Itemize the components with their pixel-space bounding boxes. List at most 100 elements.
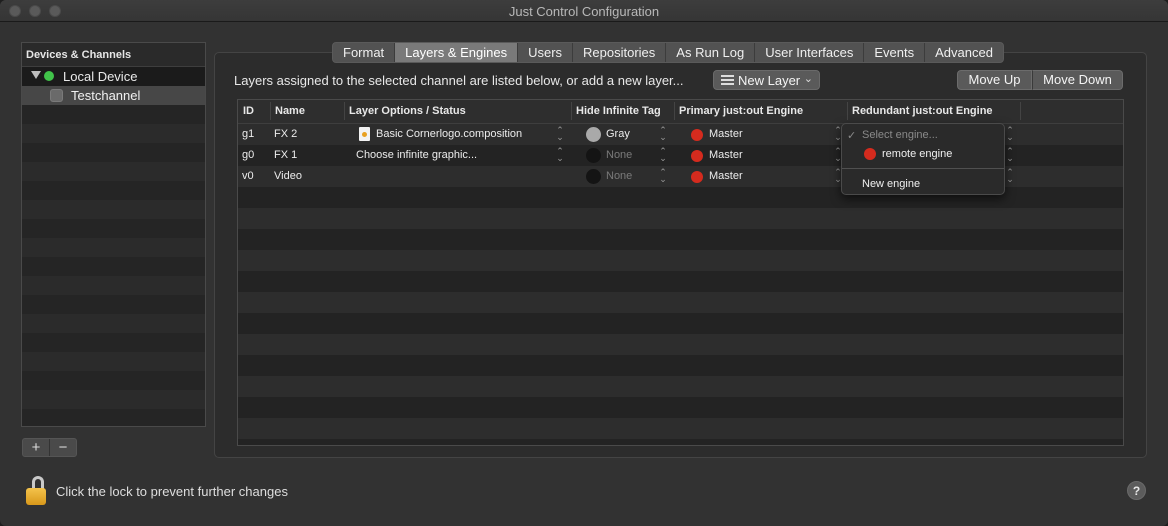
lock-icon[interactable] (26, 476, 48, 506)
column-divider (344, 102, 345, 120)
tab-advanced[interactable]: Advanced (925, 43, 1003, 62)
move-down-button[interactable]: Move Down (1032, 70, 1123, 90)
list-row (22, 143, 205, 162)
column-header-hide-infinite-tag[interactable]: Hide Infinite Tag (576, 105, 661, 117)
list-row (22, 314, 205, 333)
stepper-arrows-icon: ⌃ ⌄ (659, 125, 667, 142)
chevron-down-icon: ⌄ (803, 73, 813, 85)
primary-engine-select[interactable]: Master (709, 128, 743, 140)
tab-users[interactable]: Users (518, 43, 574, 62)
column-header-layer-options[interactable]: Layer Options / Status (349, 105, 466, 117)
engine-status-icon (691, 171, 703, 183)
list-row (22, 200, 205, 219)
channel-checkbox[interactable] (50, 89, 63, 102)
remove-channel-button[interactable]: − (50, 439, 76, 456)
list-row (22, 390, 205, 409)
layer-name[interactable]: FX 1 (274, 149, 297, 161)
composition-file-icon (359, 127, 370, 141)
sidebar-item-local-device[interactable]: Local Device (22, 67, 205, 86)
column-header-redundant-engine[interactable]: Redundant just:out Engine (852, 105, 993, 117)
hide-infinite-tag-select: None (606, 149, 633, 161)
layer-id: g1 (242, 128, 255, 140)
redundant-engine-menu: ✓ Select engine... remote engine New eng… (841, 123, 1005, 195)
new-layer-popup-button[interactable]: New Layer ⌄ (713, 70, 820, 90)
select-engine-placeholder: Select engine... (862, 129, 938, 141)
stepper-arrows-icon: ⌃ ⌄ (1006, 125, 1014, 142)
table-row (238, 292, 1123, 313)
list-row (22, 371, 205, 390)
engine-status-icon (691, 129, 703, 141)
tab-as-run-log[interactable]: As Run Log (666, 43, 756, 62)
layer-options-select[interactable]: Choose infinite graphic... (356, 149, 477, 161)
list-row (22, 238, 205, 257)
list-row (22, 124, 205, 143)
table-row (238, 355, 1123, 376)
engine-status-icon (691, 150, 703, 162)
layer-name[interactable]: FX 2 (274, 128, 297, 140)
list-row (22, 219, 205, 238)
add-channel-button[interactable]: + (23, 439, 50, 456)
move-up-button[interactable]: Move Up (957, 70, 1032, 90)
stepper-arrows-icon: ⌃ ⌄ (1006, 146, 1014, 163)
sidebar-item-testchannel[interactable]: Testchannel (22, 86, 205, 105)
list-row (22, 105, 205, 124)
stepper-arrows-icon: ⌃ ⌄ (556, 146, 564, 163)
table-row (238, 208, 1123, 229)
config-window: Just Control Configuration Devices & Cha… (0, 0, 1168, 526)
list-row (22, 276, 205, 295)
help-button[interactable]: ? (1127, 481, 1146, 500)
tab-events[interactable]: Events (864, 43, 926, 62)
stepper-arrows-icon: ⌃ ⌄ (1006, 167, 1014, 184)
primary-engine-select[interactable]: Master (709, 149, 743, 161)
table-row (238, 271, 1123, 292)
lock-status-text: Click the lock to prevent further change… (56, 484, 288, 499)
list-row (22, 162, 205, 181)
tab-bar: Format Layers & Engines Users Repositori… (332, 42, 1004, 63)
tab-layers-engines[interactable]: Layers & Engines (395, 43, 519, 62)
menu-item-new-engine[interactable]: New engine (862, 178, 1004, 190)
checkmark-icon: ✓ (847, 130, 857, 142)
layers-info-text: Layers assigned to the selected channel … (234, 73, 684, 88)
layer-name[interactable]: Video (274, 170, 302, 182)
menu-item-remote-engine[interactable]: remote engine (882, 148, 1004, 160)
tag-color-swatch (586, 148, 601, 163)
tag-color-swatch (586, 169, 601, 184)
tag-color-swatch (586, 127, 601, 142)
column-divider (270, 102, 271, 120)
table-row (238, 250, 1123, 271)
column-divider (571, 102, 572, 120)
table-row (238, 397, 1123, 418)
status-dot-icon (44, 71, 54, 81)
table-row (238, 229, 1123, 250)
column-header-name[interactable]: Name (275, 105, 305, 117)
hide-infinite-tag-select[interactable]: Gray (606, 128, 630, 140)
channel-label: Testchannel (71, 88, 141, 103)
table-header: ID Name Layer Options / Status Hide Infi… (238, 100, 1123, 124)
primary-engine-select[interactable]: Master (709, 170, 743, 182)
list-row (22, 295, 205, 314)
list-row (22, 257, 205, 276)
column-divider (674, 102, 675, 120)
layer-id: g0 (242, 149, 255, 161)
table-row (238, 376, 1123, 397)
table-row (238, 334, 1123, 355)
hide-infinite-tag-select: None (606, 170, 633, 182)
stepper-arrows-icon: ⌃ ⌄ (659, 146, 667, 163)
disclosure-triangle-icon[interactable] (31, 71, 41, 79)
add-remove-control: + − (22, 438, 77, 457)
tab-format[interactable]: Format (333, 43, 396, 62)
list-row (22, 352, 205, 371)
list-row (22, 181, 205, 200)
title-bar: Just Control Configuration (0, 0, 1168, 22)
stepper-arrows-icon: ⌃ ⌄ (556, 125, 564, 142)
column-header-id[interactable]: ID (243, 105, 254, 117)
tab-repositories[interactable]: Repositories (573, 43, 667, 62)
table-row (238, 418, 1123, 439)
tab-user-interfaces[interactable]: User Interfaces (755, 43, 865, 62)
layer-options-select[interactable]: Basic Cornerlogo.composition (376, 128, 522, 140)
stepper-arrows-icon: ⌃ ⌄ (659, 167, 667, 184)
column-header-primary-engine[interactable]: Primary just:out Engine (679, 105, 803, 117)
list-icon (721, 75, 734, 85)
column-divider (847, 102, 848, 120)
engine-status-icon (864, 148, 876, 160)
